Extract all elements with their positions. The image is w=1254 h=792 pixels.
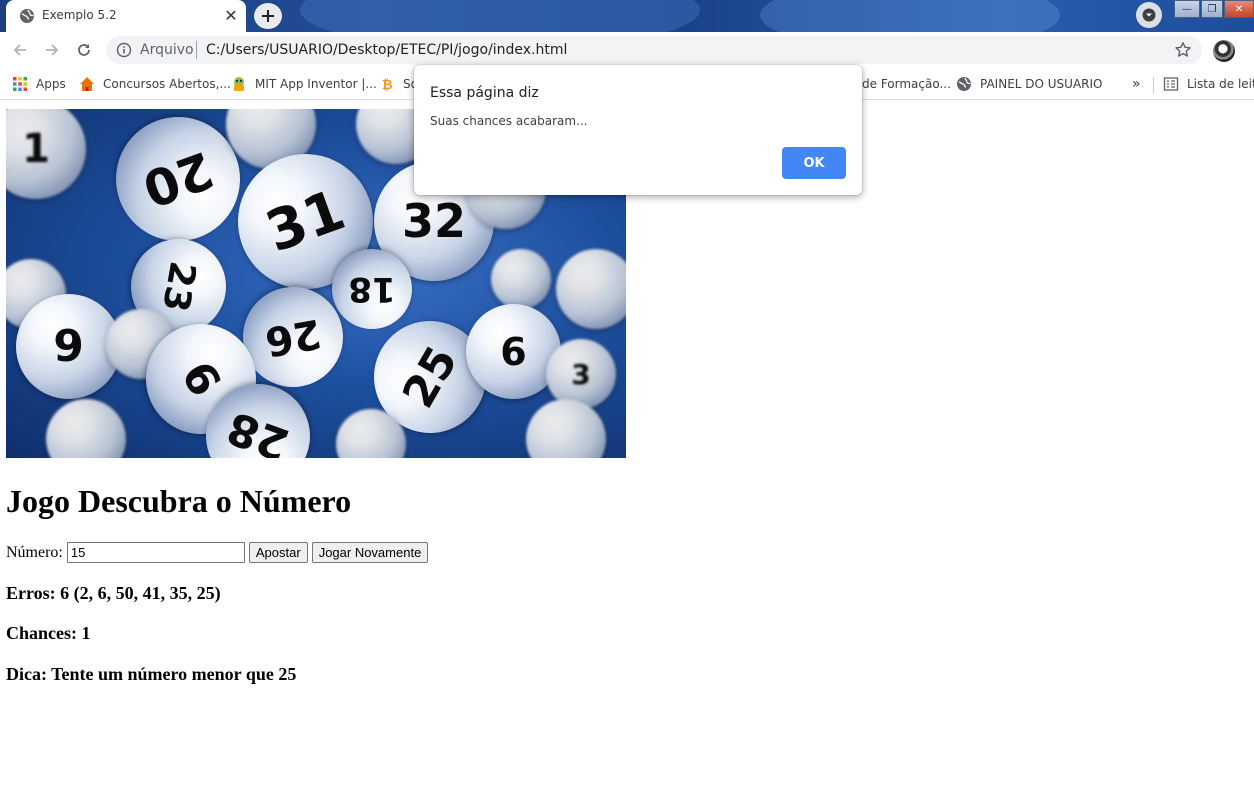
close-icon[interactable]: ✕ xyxy=(221,5,241,25)
alert-dialog: Essa página diz Suas chances acabaram...… xyxy=(414,65,862,195)
profile-avatar[interactable] xyxy=(1213,40,1235,62)
alert-message: Suas chances acabaram... xyxy=(430,114,588,128)
bookmark-label: de Formação... xyxy=(862,77,951,91)
errors-text: Erros: 6 (2, 6, 50, 41, 35, 25) xyxy=(6,583,221,603)
number-label: Número: xyxy=(6,543,63,561)
restore-button[interactable]: ❐ xyxy=(1201,0,1223,18)
tab-title: Exemplo 5.2 xyxy=(42,8,117,22)
browser-toolbar: Arquivo C:/Users/USUARIO/Desktop/ETEC/PI… xyxy=(0,32,1254,68)
apps-grid-icon xyxy=(13,77,27,91)
chances-text: Chances: 1 xyxy=(6,623,91,643)
bookmark-painel[interactable]: PAINEL DO USUARIO xyxy=(956,74,1103,94)
bookmark-concursos[interactable]: Concursos Abertos,... xyxy=(79,74,231,94)
lottery-ball: 3 xyxy=(546,339,616,409)
page-title: Jogo Descubra o Número xyxy=(6,483,352,519)
bookmark-label: MIT App Inventor |... xyxy=(255,77,377,91)
back-button[interactable] xyxy=(7,38,33,62)
bitcoin-icon: ₿ xyxy=(382,78,393,92)
info-icon[interactable] xyxy=(116,42,132,58)
plus-icon xyxy=(262,10,274,22)
alert-title: Essa página diz xyxy=(430,85,539,101)
bookmark-label: Concursos Abertos,... xyxy=(103,77,231,91)
titlebar-glow xyxy=(760,0,1060,32)
reload-icon xyxy=(78,44,90,56)
lottery-ball xyxy=(526,399,606,458)
tab-search-button[interactable] xyxy=(1136,2,1162,28)
bookmark-formacao[interactable]: de Formação... xyxy=(862,74,951,94)
bookmark-so[interactable]: ₿ So xyxy=(379,74,418,94)
arrow-left-icon xyxy=(13,44,26,56)
divider xyxy=(196,41,197,59)
minimize-button[interactable]: — xyxy=(1174,0,1200,18)
app-inventor-icon xyxy=(234,77,244,91)
bet-button[interactable]: Apostar xyxy=(248,542,308,563)
address-bar[interactable]: Arquivo C:/Users/USUARIO/Desktop/ETEC/PI… xyxy=(106,36,1202,64)
star-icon[interactable] xyxy=(1174,41,1192,59)
bookmark-apps[interactable]: Apps xyxy=(12,74,66,94)
reading-list-label: Lista de leitu xyxy=(1187,77,1254,91)
guess-form: Número: Apostar Jogar Novamente xyxy=(6,542,429,563)
divider xyxy=(1153,77,1154,93)
house-icon xyxy=(80,77,94,91)
reload-button[interactable] xyxy=(71,38,97,62)
lottery-ball xyxy=(556,249,626,329)
svg-text:₿: ₿ xyxy=(382,78,393,92)
title-bar: Exemplo 5.2 ✕ — ❐ ✕ xyxy=(0,0,1254,32)
reading-list[interactable]: Lista de leitu xyxy=(1163,74,1254,94)
ok-button[interactable]: OK xyxy=(782,147,846,179)
url-text[interactable]: C:/Users/USUARIO/Desktop/ETEC/PI/jogo/in… xyxy=(206,42,567,58)
forward-button[interactable] xyxy=(39,38,65,62)
bookmarks-overflow-button[interactable]: » xyxy=(1132,74,1141,94)
bookmark-app-inventor[interactable]: MIT App Inventor |... xyxy=(231,74,377,94)
lottery-ball: 1 xyxy=(6,109,86,199)
lottery-ball xyxy=(46,399,126,458)
window-close-button[interactable]: ✕ xyxy=(1224,0,1254,18)
globe-icon xyxy=(957,77,971,91)
globe-icon xyxy=(20,9,34,23)
hint-text: Dica: Tente um número menor que 25 xyxy=(6,664,297,684)
reading-list-icon xyxy=(1163,77,1179,91)
bookmark-label: Apps xyxy=(36,77,66,91)
page-content: 1 20 23 31 32 18 9 26 6 25 6 3 28 Jogo D… xyxy=(0,101,1254,792)
arrow-right-icon xyxy=(46,44,59,56)
number-input[interactable] xyxy=(66,542,245,563)
tab-exemplo[interactable]: Exemplo 5.2 ✕ xyxy=(6,0,246,32)
scheme-label: Arquivo xyxy=(140,42,194,58)
bookmark-label: PAINEL DO USUARIO xyxy=(980,77,1103,91)
lottery-ball xyxy=(491,249,551,309)
chevron-down-icon xyxy=(1142,8,1156,22)
lottery-ball: 18 xyxy=(332,249,412,329)
play-again-button[interactable]: Jogar Novamente xyxy=(311,542,429,563)
titlebar-glow xyxy=(300,0,700,32)
new-tab-button[interactable] xyxy=(254,3,282,29)
